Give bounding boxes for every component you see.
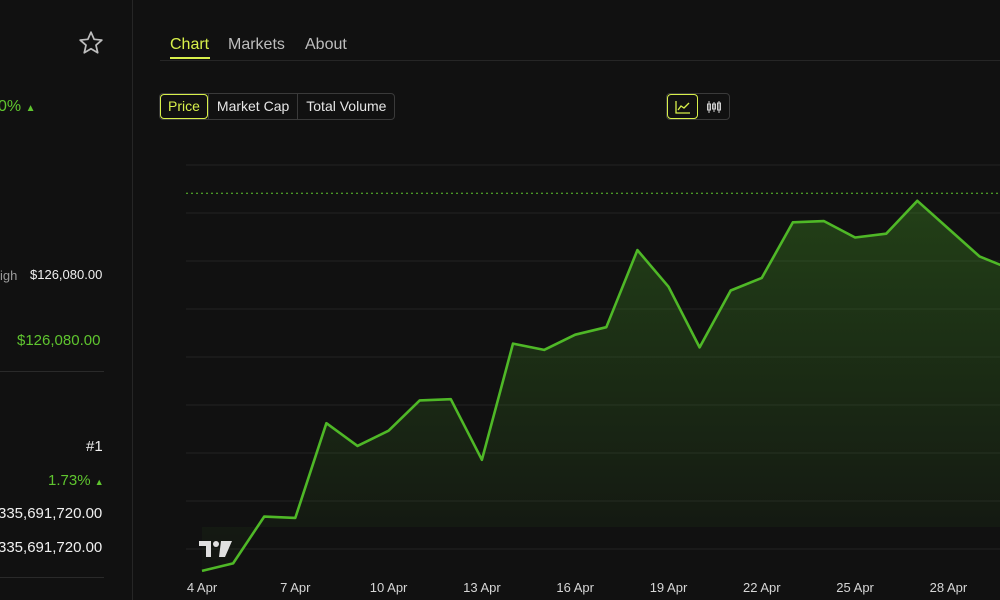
x-tick-label: 19 Apr bbox=[650, 580, 688, 595]
x-axis-ticks: 4 Apr 7 Apr 10 Apr 13 Apr 16 Apr 19 Apr 22 Apr… bbox=[187, 580, 968, 595]
x-tick-label: 13 Apr bbox=[463, 580, 501, 595]
price-area bbox=[202, 200, 1000, 571]
x-tick-label: 22 Apr bbox=[743, 580, 781, 595]
x-tick-label: 16 Apr bbox=[556, 580, 594, 595]
x-tick-label: 28 Apr bbox=[930, 580, 968, 595]
x-tick-label: 10 Apr bbox=[370, 580, 408, 595]
price-chart[interactable]: 4 Apr 7 Apr 10 Apr 13 Apr 16 Apr 19 Apr 22 Apr… bbox=[0, 0, 1000, 600]
x-tick-label: 25 Apr bbox=[836, 580, 874, 595]
x-tick-label: 7 Apr bbox=[280, 580, 311, 595]
x-tick-label: 4 Apr bbox=[187, 580, 218, 595]
